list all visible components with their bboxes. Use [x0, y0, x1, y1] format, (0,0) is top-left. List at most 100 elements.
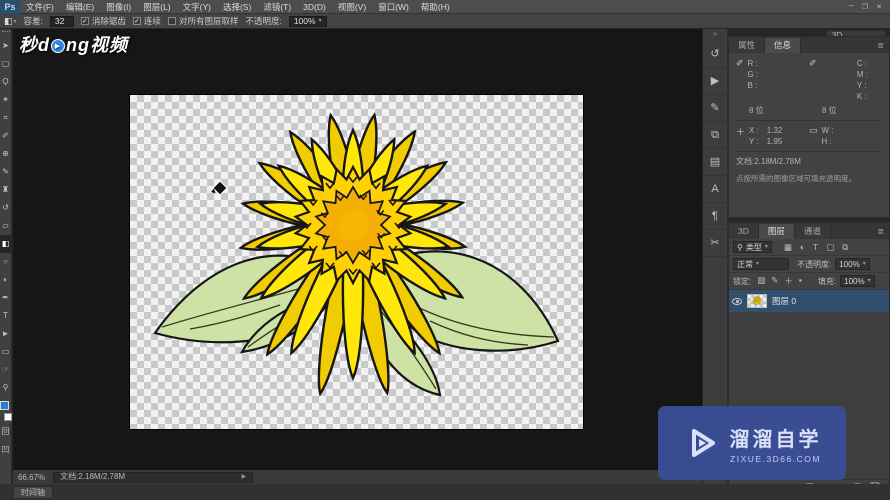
opacity-value: 100% — [294, 16, 316, 26]
lock-position-icon[interactable]: ＋ — [782, 275, 795, 287]
actions-panel-icon[interactable]: ▶ — [703, 68, 728, 95]
type-tool[interactable]: T — [0, 307, 12, 325]
filter-shape-layers-icon[interactable]: ▢ — [824, 242, 836, 253]
zoom-tool[interactable]: ⚲ — [0, 379, 12, 397]
tolerance-input[interactable]: 32 — [50, 16, 74, 27]
chevron-down-icon: ▾ — [14, 18, 17, 25]
fill-input[interactable]: 100% ▾ — [840, 275, 874, 287]
measurement-panel-icon[interactable]: ✂ — [703, 230, 728, 257]
restore-button[interactable]: ❐ — [862, 3, 868, 11]
filter-adjustment-layers-icon[interactable]: ◐ — [798, 242, 807, 253]
history-brush-tool[interactable]: ↺ — [0, 199, 12, 217]
pen-tool[interactable]: ✒ — [0, 289, 12, 307]
lock-all-icon[interactable]: ▪ — [797, 275, 804, 287]
opacity-input[interactable]: 100% ▾ — [289, 16, 327, 27]
lock-transparency-icon[interactable]: ▨ — [755, 275, 767, 287]
tab-3d[interactable]: 3D — [729, 224, 759, 239]
paint-bucket-tool[interactable]: ◧ — [0, 235, 12, 253]
menu-select[interactable]: 选择(S) — [217, 0, 257, 14]
tab-info[interactable]: 信息 — [765, 38, 801, 53]
character-panel-icon[interactable]: A — [703, 176, 728, 203]
panel-menu-icon[interactable]: ≣ — [872, 224, 889, 239]
tab-timeline[interactable]: 时间轴 — [13, 486, 53, 499]
tab-channels[interactable]: 通道 — [795, 224, 831, 239]
toolbar-grip[interactable] — [2, 31, 10, 35]
layer-filter-icons: ▦ ◐ T ▢ ⧉ — [782, 242, 850, 253]
bit-depth[interactable]: 8 位 — [809, 105, 882, 116]
layer-name[interactable]: 图层 0 — [772, 295, 796, 307]
clone-source-panel-icon[interactable]: ⧉ — [703, 122, 728, 149]
info-panel-tabs: 属性 信息 ≣ — [729, 37, 889, 53]
menu-image[interactable]: 图像(I) — [100, 0, 137, 14]
rectangle-icon: ▭ — [809, 125, 818, 147]
layer-row[interactable]: 图层 0 — [729, 290, 889, 312]
m-label: M : — [857, 69, 868, 80]
crop-tool[interactable]: ⌗ — [0, 109, 12, 127]
anti-alias-checkbox[interactable]: ✓ 消除锯齿 — [81, 15, 126, 27]
lock-pixels-icon[interactable]: ✎ — [769, 275, 780, 287]
styles-panel-icon[interactable]: ✎ — [703, 95, 728, 122]
checkmark-icon: ✓ — [133, 17, 141, 25]
hand-tool[interactable]: ☞ — [0, 361, 12, 379]
healing-brush-tool[interactable]: ⊕ — [0, 145, 12, 163]
tab-properties[interactable]: 属性 — [729, 38, 765, 53]
tab-layers[interactable]: 图层 — [759, 224, 795, 239]
menu-file[interactable]: 文件(F) — [20, 0, 60, 14]
background-color-swatch[interactable] — [4, 413, 12, 421]
screen-mode-button[interactable]: 凹 — [0, 441, 12, 459]
layer-filter-select[interactable]: ⚲ 类型 ▾ — [733, 241, 772, 253]
eyedropper-tool[interactable]: ✐ — [0, 127, 12, 145]
brush-tool[interactable]: ✎ — [0, 163, 12, 181]
blur-tool[interactable]: ○ — [0, 253, 12, 271]
layer-visibility-eye-icon[interactable] — [732, 298, 742, 305]
menu-bar: Ps 文件(F)编辑(E)图像(I)图层(L)文字(Y)选择(S)滤镜(T)3D… — [0, 0, 890, 14]
sample-all-layers-checkbox[interactable]: 对所有图层取样 — [168, 15, 239, 27]
layer-thumbnail[interactable] — [747, 294, 767, 308]
filter-type-layers-icon[interactable]: T — [811, 242, 820, 253]
blend-mode-select[interactable]: 正常 ▾ — [733, 258, 789, 270]
bit-depth[interactable]: 8 位 — [736, 105, 809, 116]
zoom-level[interactable]: 66.67% — [18, 473, 45, 482]
x-value: 1.32 — [767, 125, 783, 136]
y-value: 1.95 — [767, 136, 783, 147]
collapse-dock-icon[interactable]: » — [713, 29, 717, 41]
path-selection-tool[interactable]: ► — [0, 325, 12, 343]
marquee-tool[interactable]: ▢ — [0, 55, 12, 73]
panel-menu-icon[interactable]: ≣ — [872, 38, 889, 53]
paint-bucket-tool-preset[interactable]: ◧ ▾ — [4, 16, 17, 27]
paragraph-panel-icon[interactable]: ¶ — [703, 203, 728, 230]
menu-3d[interactable]: 3D(D) — [297, 0, 332, 14]
dodge-tool[interactable]: ◐ — [0, 271, 12, 289]
minimize-button[interactable]: ─ — [849, 3, 854, 11]
contiguous-checkbox[interactable]: ✓ 连续 — [133, 15, 161, 27]
canvas-document[interactable] — [130, 95, 583, 429]
chevron-down-icon: ▾ — [319, 16, 322, 26]
menu-filter[interactable]: 滤镜(T) — [257, 0, 297, 14]
layer-opacity-input[interactable]: 100% ▾ — [835, 258, 869, 270]
layer-comps-panel-icon[interactable]: ▤ — [703, 149, 728, 176]
foreground-color-swatch[interactable] — [0, 401, 9, 410]
photoshop-logo: Ps — [0, 0, 20, 14]
eyedropper-icon: ✐ — [736, 58, 744, 102]
move-tool[interactable]: ➤ — [0, 37, 12, 55]
crosshair-icon: ＋ — [736, 125, 745, 147]
menu-type[interactable]: 文字(Y) — [177, 0, 217, 14]
filter-smart-objects-icon[interactable]: ⧉ — [840, 242, 850, 253]
search-icon: ⚲ — [737, 242, 743, 253]
menu-layer[interactable]: 图层(L) — [137, 0, 176, 14]
document-size-status[interactable]: 文档:2.18M/2.78M ▶ — [53, 472, 253, 483]
history-panel-icon[interactable]: ↺ — [703, 41, 728, 68]
quick-mask-button[interactable]: 回 — [0, 423, 12, 441]
filter-pixel-layers-icon[interactable]: ▦ — [782, 242, 794, 253]
menu-help[interactable]: 帮助(H) — [415, 0, 456, 14]
menu-edit[interactable]: 编辑(E) — [60, 0, 100, 14]
eraser-tool[interactable]: ▱ — [0, 217, 12, 235]
clone-stamp-tool[interactable]: ♜ — [0, 181, 12, 199]
lasso-tool[interactable]: Ϙ — [0, 73, 12, 91]
shape-tool[interactable]: ▭ — [0, 343, 12, 361]
menu-window[interactable]: 窗口(W) — [372, 0, 415, 14]
menu-view[interactable]: 视图(V) — [332, 0, 372, 14]
close-button[interactable]: ✕ — [876, 3, 882, 11]
magic-wand-tool[interactable]: ✶ — [0, 91, 12, 109]
fill-label: 填充: — [818, 276, 836, 287]
